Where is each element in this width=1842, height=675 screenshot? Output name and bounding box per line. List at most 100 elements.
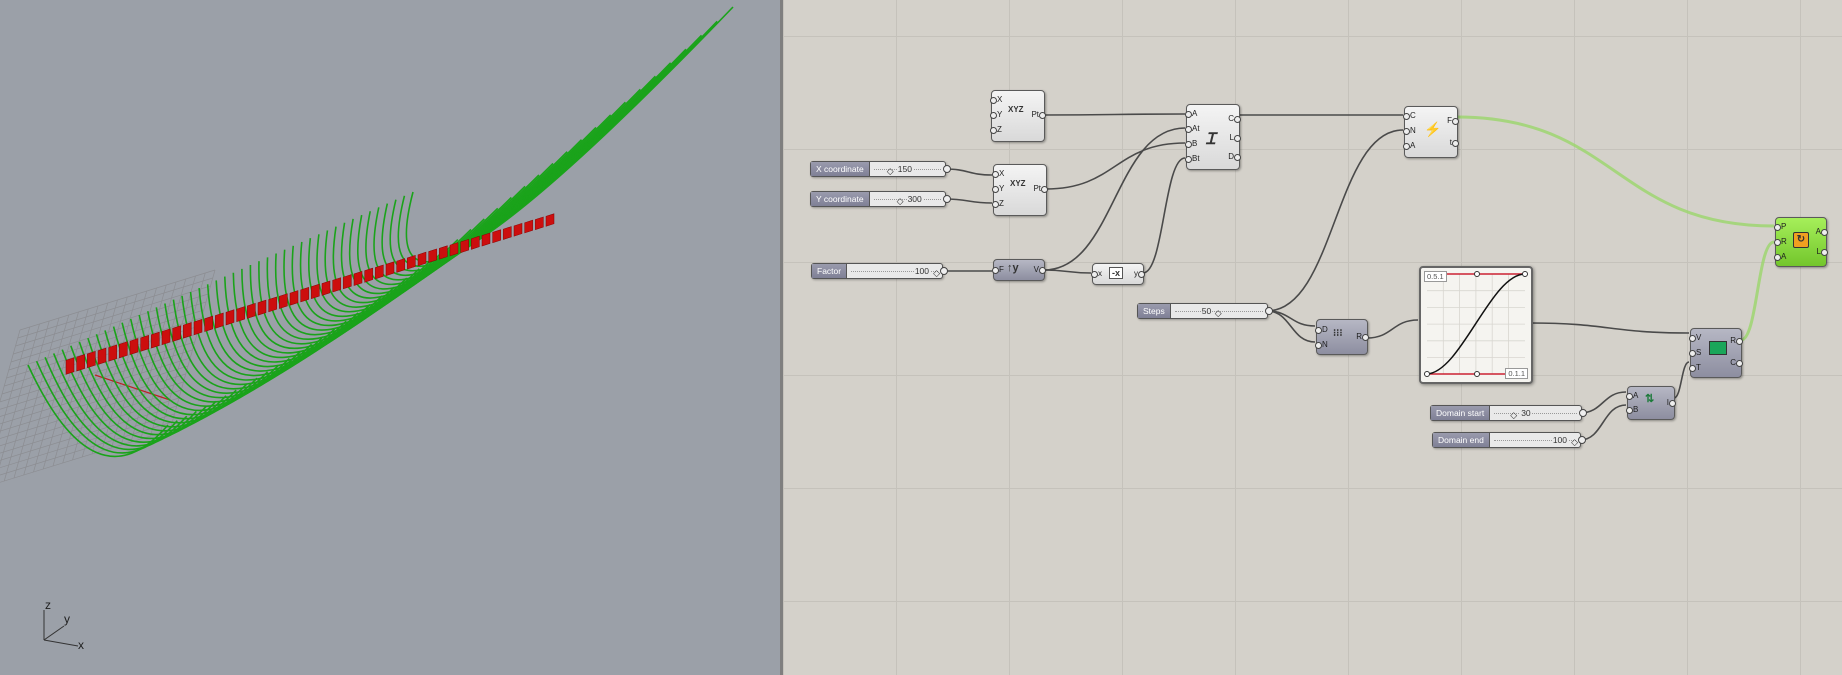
output-r[interactable]: R	[1356, 333, 1369, 341]
input-a[interactable]: A	[1625, 392, 1638, 400]
slider-domain-end[interactable]: Domain end 100 ◇	[1432, 432, 1586, 448]
input-b[interactable]: B	[1625, 406, 1638, 414]
input-a[interactable]: A	[1773, 253, 1786, 261]
slider-handle-icon[interactable]: ◇	[887, 164, 894, 178]
input-z[interactable]: Z	[990, 126, 1002, 134]
input-t[interactable]: T	[1689, 364, 1701, 372]
wire	[1266, 129, 1404, 312]
input-c[interactable]: C	[1403, 112, 1416, 120]
input-x[interactable]: X	[991, 170, 1004, 178]
output-d[interactable]: D	[1228, 153, 1241, 161]
profile-rect	[449, 242, 459, 257]
grasshopper-canvas[interactable]: X coordinate ◇ 150 Y coordinate ◇ 300 Fa…	[783, 0, 1842, 675]
output-a[interactable]: A	[1816, 228, 1829, 236]
slider-domain-start[interactable]: Domain start ◇ 30	[1430, 405, 1587, 421]
graph-label-bottom: 0.1.1	[1505, 368, 1528, 379]
slider-value: 50	[1200, 304, 1213, 318]
slider-factor[interactable]: Factor 100 ◇	[811, 263, 948, 279]
construct-point-component-2[interactable]: X Y Z XYZ Pt	[991, 164, 1048, 216]
output-grip[interactable]	[943, 195, 951, 203]
output-l[interactable]: L	[1817, 248, 1830, 256]
input-bt[interactable]: Bt	[1185, 155, 1200, 163]
slider-handle-icon[interactable]: ◇	[1510, 408, 1517, 422]
output-l[interactable]: L	[1230, 134, 1243, 142]
slider-x-coordinate[interactable]: X coordinate ◇ 150	[810, 161, 951, 177]
point-xyz-icon: XYZ	[1010, 179, 1026, 188]
negative-icon: -x	[1109, 267, 1124, 279]
construct-point-component-1[interactable]: X Y Z XYZ Pt	[989, 90, 1046, 142]
slider-steps[interactable]: Steps 50 ◇	[1137, 303, 1273, 319]
input-y[interactable]: Y	[989, 111, 1002, 119]
output-grip[interactable]	[1578, 436, 1586, 444]
profile-rect	[65, 357, 75, 375]
slider-track[interactable]: 100 ◇	[1490, 433, 1580, 447]
profile-rect	[428, 248, 437, 263]
profile-rect	[375, 264, 384, 280]
viewport-geometry	[0, 6, 734, 483]
slider-handle-icon[interactable]: ◇	[933, 266, 940, 280]
graph-mapper[interactable]: 0.5.1 0.1.1	[1419, 266, 1533, 384]
profile-rect	[332, 277, 341, 293]
slider-track[interactable]: ◇ 30	[1490, 406, 1581, 420]
slider-handle-icon[interactable]: ◇	[897, 194, 904, 208]
grid-line	[783, 0, 784, 675]
arc-curve	[389, 34, 703, 272]
construct-domain-component[interactable]: A B ⇅ I	[1625, 386, 1678, 420]
remap-numbers-component[interactable]: V S T R C	[1688, 328, 1743, 378]
wire	[1366, 319, 1419, 339]
input-at[interactable]: At	[1185, 125, 1200, 133]
input-r[interactable]: R	[1774, 238, 1787, 246]
slider-handle-icon[interactable]: ◇	[1571, 435, 1578, 449]
arc-sed-component[interactable]: A At B Bt Ɪ C L D	[1184, 104, 1243, 170]
output-grip[interactable]	[1265, 307, 1273, 315]
slider-track[interactable]: ◇ 300	[870, 192, 945, 206]
input-f[interactable]: F	[992, 266, 1004, 274]
orient-component[interactable]: P R A ↻ A L	[1773, 217, 1830, 267]
output-c[interactable]: C	[1730, 359, 1743, 367]
rhino-viewport[interactable]: z y x	[0, 0, 780, 675]
profile-rect	[460, 239, 469, 253]
input-x[interactable]: X	[989, 96, 1002, 104]
input-n[interactable]: N	[1403, 127, 1416, 135]
curve-frames-component[interactable]: C N A ⚡ F t	[1402, 106, 1461, 158]
output-t[interactable]: t	[1450, 139, 1461, 147]
input-n[interactable]: N	[1315, 341, 1328, 349]
input-d[interactable]: D	[1315, 326, 1328, 334]
slider-track[interactable]: ◇ 150	[870, 162, 945, 176]
output-grip[interactable]	[940, 267, 948, 275]
output-pt[interactable]: Pt	[1031, 111, 1046, 119]
input-y[interactable]: Y	[991, 185, 1004, 193]
slider-label: Domain end	[1433, 433, 1490, 447]
unit-y-component[interactable]: F ↑y V	[992, 259, 1047, 281]
profile-rect	[524, 219, 533, 234]
output-v[interactable]: V	[1034, 266, 1047, 274]
graph-curve[interactable]	[1421, 268, 1531, 382]
remap-icon	[1709, 341, 1727, 355]
output-c[interactable]: C	[1228, 115, 1241, 123]
output-r[interactable]: R	[1730, 337, 1743, 345]
output-pt[interactable]: Pt	[1033, 185, 1048, 193]
range-component[interactable]: D N ⁝⁝⁝ R	[1315, 319, 1369, 355]
input-b[interactable]: B	[1184, 140, 1197, 148]
input-a[interactable]: A	[1402, 142, 1415, 150]
slider-track[interactable]: 100 ◇	[847, 264, 942, 278]
profile-rect	[225, 309, 235, 326]
wire	[1579, 404, 1627, 441]
slider-value: 30	[1520, 406, 1532, 420]
input-p[interactable]: P	[1773, 223, 1786, 231]
input-a[interactable]: A	[1184, 110, 1197, 118]
output-y[interactable]: y	[1134, 270, 1145, 278]
slider-track[interactable]: 50 ◇	[1171, 304, 1267, 318]
output-grip[interactable]	[1579, 409, 1587, 417]
input-v[interactable]: V	[1688, 334, 1701, 342]
output-f[interactable]: F	[1447, 117, 1459, 125]
input-x[interactable]: x	[1091, 270, 1102, 278]
output-i[interactable]: I	[1667, 399, 1678, 407]
profile-rect	[300, 286, 309, 303]
input-z[interactable]: Z	[992, 200, 1004, 208]
output-grip[interactable]	[943, 165, 951, 173]
slider-handle-icon[interactable]: ◇	[1215, 306, 1222, 320]
negative-component[interactable]: x -x y	[1091, 263, 1145, 285]
input-s[interactable]: S	[1688, 349, 1701, 357]
slider-y-coordinate[interactable]: Y coordinate ◇ 300	[810, 191, 951, 207]
